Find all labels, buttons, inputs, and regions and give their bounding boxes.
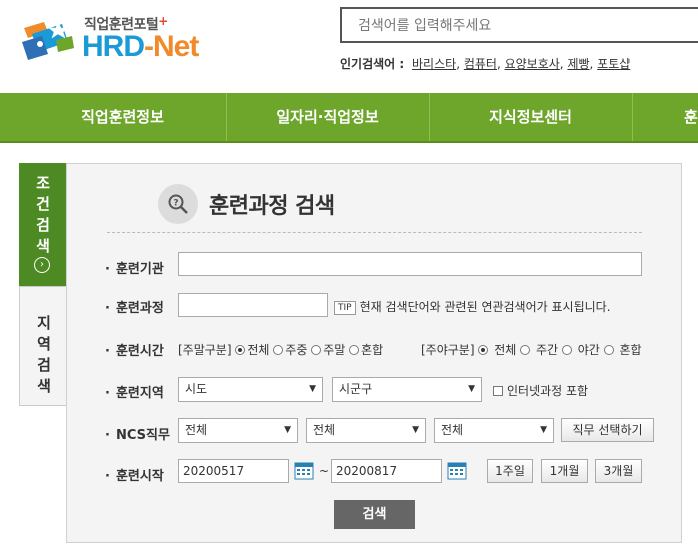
tip-badge: TIP — [334, 301, 356, 315]
divider — [107, 232, 642, 233]
popular-term[interactable]: 요양보호사 — [505, 57, 560, 71]
site-logo[interactable]: 직업훈련포털+ HRD-Net — [18, 12, 218, 72]
hrd-logo-icon — [22, 21, 74, 60]
magnifier-icon: ? — [158, 184, 198, 224]
ncs-label: · NCS직무 — [105, 428, 170, 443]
main-nav: 직업훈련정보 일자리·직업정보 지식정보센터 훈 — [0, 93, 698, 143]
tab-region-search[interactable]: 지역검색 — [19, 286, 67, 406]
nav-divider — [632, 93, 633, 141]
ncs-small-select[interactable]: 전체 ▼ — [434, 418, 554, 443]
tab-region-search-label: 지역검색 — [37, 314, 51, 395]
date-separator: ~ — [319, 464, 330, 478]
radio-weekend[interactable]: 주말 — [311, 343, 345, 357]
popular-term[interactable]: 제빵 — [567, 57, 589, 71]
search-input[interactable] — [356, 10, 660, 42]
radio-night[interactable]: 야간 — [561, 343, 600, 357]
calendar-icon[interactable] — [294, 460, 314, 480]
ncs-select-button[interactable]: 직무 선택하기 — [561, 418, 654, 442]
nav-divider — [429, 93, 430, 141]
course-label: · 훈련과정 — [105, 301, 164, 316]
start-label: · 훈련시작 — [105, 469, 164, 484]
popular-searches: 인기검색어 : 바리스타, 컴퓨터, 요양보호사, 제빵, 포토샵 — [340, 57, 631, 71]
dropdown-arrow-icon: ▼ — [284, 425, 291, 435]
radio-weekend-mixed[interactable]: 혼합 — [349, 343, 383, 357]
region-sigungu-select[interactable]: 시군구 ▼ — [332, 377, 482, 402]
dropdown-arrow-icon: ▼ — [468, 384, 475, 394]
radio-weekday[interactable]: 주중 — [273, 343, 307, 357]
svg-text:?: ? — [173, 199, 178, 209]
nav-item-knowledge-center[interactable]: 지식정보센터 — [448, 93, 613, 141]
nav-divider — [226, 93, 227, 141]
region-label: · 훈련지역 — [105, 386, 164, 401]
ncs-medium-select[interactable]: 전체 ▼ — [306, 418, 426, 443]
course-input[interactable] — [178, 293, 328, 317]
popular-term[interactable]: 바리스타 — [412, 57, 456, 71]
calendar-icon[interactable] — [447, 460, 467, 480]
dropdown-arrow-icon: ▼ — [412, 425, 419, 435]
time-label: · 훈련시간 — [105, 344, 164, 359]
nav-item-cut-off[interactable]: 훈 — [684, 93, 698, 141]
region-sido-select[interactable]: 시도 ▼ — [178, 377, 323, 402]
site-search — [340, 7, 698, 43]
radio-day[interactable]: 주간 — [520, 343, 558, 357]
start-date-to-input[interactable] — [331, 459, 442, 483]
page-title: 훈련과정 검색 — [209, 194, 335, 219]
nav-item-jobs-info[interactable]: 일자리·직업정보 — [245, 93, 410, 141]
logo-wordmark: HRD-Net — [82, 30, 199, 63]
period-3month-button[interactable]: 3개월 — [595, 459, 642, 483]
dropdown-arrow-icon: ▼ — [309, 384, 316, 394]
search-submit-button[interactable]: 검색 — [334, 500, 415, 529]
radio-daynight-all[interactable]: 전체 — [478, 343, 516, 357]
dropdown-arrow-icon: ▼ — [540, 425, 547, 435]
start-date-from-input[interactable] — [178, 459, 289, 483]
institution-input[interactable] — [178, 252, 642, 276]
period-1month-button[interactable]: 1개월 — [541, 459, 588, 483]
ncs-large-select[interactable]: 전체 ▼ — [178, 418, 298, 443]
weekend-radio-group: [주말구분] 전체 주중 주말 혼합 — [178, 343, 384, 357]
radio-weekend-all[interactable]: 전체 — [235, 343, 269, 357]
tab-condition-search[interactable]: 조건검색 › — [19, 163, 67, 298]
institution-label: · 훈련기관 — [105, 262, 164, 277]
period-1week-button[interactable]: 1주일 — [487, 459, 533, 483]
daynight-radio-group: [주야구분] 전체 주간 야간 혼합 — [421, 343, 642, 357]
radio-daynight-mixed[interactable]: 혼합 — [603, 343, 642, 357]
online-course-checkbox[interactable]: 인터넷과정 포함 — [493, 382, 588, 399]
popular-label: 인기검색어 : — [340, 57, 405, 71]
tip-text: TIP 현재 검색단어와 관련된 연관검색어가 표시됩니다. — [334, 298, 611, 315]
nav-item-training-info[interactable]: 직업훈련정보 — [40, 93, 205, 141]
search-panel: ? 훈련과정 검색 · 훈련기관 · 훈련과정 TIP 현재 검색단어와 관련된 연관… — [66, 163, 682, 543]
chevron-right-icon: › — [34, 257, 50, 273]
tab-condition-search-label: 조건검색 — [36, 174, 50, 255]
popular-term[interactable]: 컴퓨터 — [464, 57, 497, 71]
popular-term[interactable]: 포토샵 — [597, 57, 630, 71]
